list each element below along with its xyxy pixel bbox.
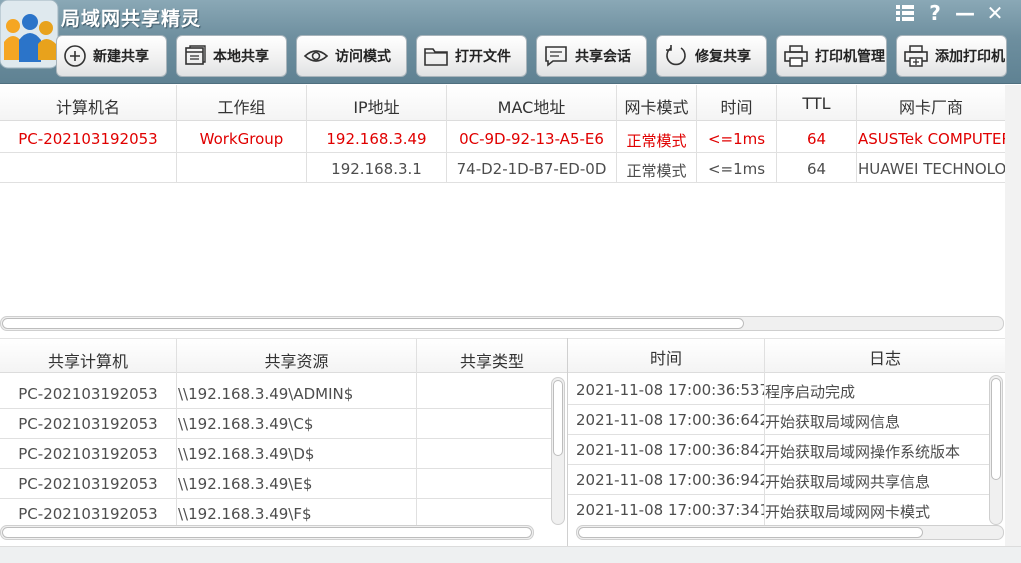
share-computer-cell: PC-202103192053 (18, 475, 158, 493)
share-computer-cell: PC-202103192053 (18, 385, 158, 403)
main-toolbar: 新建共享 本地共享 访问模式 打开文件 共享会话 修复共享 打印机管理 添加打印… (56, 35, 1007, 77)
ttl-cell: 64 (806, 130, 827, 148)
time-cell: <=1ms (707, 130, 766, 148)
column-header[interactable]: 网卡厂商 (857, 94, 1005, 118)
log-time-cell: 2021-11-08 17:00:36:642 (576, 411, 764, 429)
column-header[interactable]: 共享类型 (417, 348, 567, 372)
log-message-cell: 程序启动完成 (765, 383, 856, 401)
app-title: 局域网共享精灵 (61, 8, 202, 30)
column-header[interactable]: 共享资源 (177, 348, 416, 372)
printer-manage-button[interactable]: 打印机管理 (776, 35, 887, 77)
scrollbar-thumb[interactable] (991, 378, 1001, 480)
ip-cell: 192.168.3.49 (326, 130, 427, 148)
access-mode-button[interactable]: 访问模式 (296, 35, 407, 77)
mac-cell: 0C-9D-92-13-A5-E6 (459, 130, 604, 148)
vertical-scrollbar[interactable] (989, 375, 1003, 525)
new-share-button[interactable]: 新建共享 (56, 35, 167, 77)
scrollbar-thumb[interactable] (2, 527, 532, 538)
column-header[interactable]: 计算机名 (0, 94, 176, 118)
column-header[interactable]: 工作组 (177, 94, 306, 118)
ttl-cell: 64 (806, 160, 827, 178)
close-button[interactable]: ✕ (983, 1, 1007, 25)
printer-manage-label: 打印机管理 (815, 49, 885, 65)
repair-share-label: 修复共享 (695, 49, 751, 65)
menu-icon[interactable] (893, 2, 917, 24)
log-message-cell: 开始获取局域网共享信息 (765, 473, 931, 491)
share-resource-cell: \\192.168.3.49\D$ (178, 445, 315, 463)
window-controls: ? — ✕ (893, 1, 1007, 25)
title-toolbar-area: 局域网共享精灵 ? — ✕ 新建共享 本地共享 访问模式 打开文件 共享会话 修… (0, 0, 1021, 84)
repair-share-button[interactable]: 修复共享 (656, 35, 767, 77)
access-mode-label: 访问模式 (335, 49, 391, 65)
minimize-button[interactable]: — (953, 1, 977, 25)
scrollbar-thumb[interactable] (578, 527, 923, 538)
share-session-label: 共享会话 (575, 49, 631, 65)
log-table: 时间 日志 2021-11-08 17:00:36:537 程序启动完成 202… (568, 338, 1005, 546)
status-bar (0, 546, 1021, 563)
window-edge (1005, 85, 1021, 563)
folder-icon (424, 48, 448, 66)
table-header: 计算机名 工作组 IP地址 MAC地址 网卡模式 时间 TTL 网卡厂商 (0, 85, 1005, 121)
share-resource-cell: \\192.168.3.49\C$ (178, 415, 314, 433)
vendor-cell: ASUSTek COMPUTER INC. (858, 130, 1005, 148)
horizontal-scrollbar[interactable] (0, 316, 1004, 331)
open-file-button[interactable]: 打开文件 (416, 35, 527, 77)
add-printer-label: 添加打印机 (935, 49, 1005, 65)
local-share-label: 本地共享 (213, 49, 269, 65)
local-share-button[interactable]: 本地共享 (176, 35, 287, 77)
plus-circle-icon (64, 45, 86, 67)
share-computer-cell: PC-202103192053 (18, 445, 158, 463)
share-computer-cell: PC-202103192053 (18, 415, 158, 433)
new-share-label: 新建共享 (93, 49, 149, 65)
share-resource-cell: \\192.168.3.49\F$ (178, 505, 312, 523)
share-resource-cell: \\192.168.3.49\E$ (178, 475, 313, 493)
column-header[interactable]: MAC地址 (447, 94, 616, 118)
column-header[interactable]: 时间 (697, 94, 776, 118)
column-header[interactable]: TTL (777, 94, 856, 113)
log-message-cell: 开始获取局域网操作系统版本 (765, 443, 961, 461)
column-header[interactable]: IP地址 (307, 94, 446, 118)
log-time-cell: 2021-11-08 17:00:36:942 (576, 471, 764, 489)
shares-table: 共享计算机 共享资源 共享类型 PC-202103192053 \\192.16… (0, 338, 567, 546)
workgroup-cell: WorkGroup (199, 130, 284, 148)
refresh-icon (666, 45, 686, 66)
log-time-cell: 2021-11-08 17:00:36:537 (576, 381, 764, 399)
table-header: 时间 日志 (568, 339, 1005, 373)
chat-icon (545, 46, 567, 67)
share-session-button[interactable]: 共享会话 (536, 35, 647, 77)
column-header[interactable]: 共享计算机 (0, 348, 176, 372)
printer-icon (784, 45, 808, 67)
eye-icon (303, 50, 329, 62)
time-cell: <=1ms (707, 160, 766, 178)
scrollbar-thumb[interactable] (2, 318, 744, 329)
mac-cell: 74-D2-1D-B7-ED-0D (456, 160, 607, 178)
share-resource-cell: \\192.168.3.49\ADMIN$ (178, 385, 354, 403)
table-header: 共享计算机 共享资源 共享类型 (0, 339, 567, 373)
add-printer-icon (904, 45, 928, 67)
vendor-cell: HUAWEI TECHNOLOGIES CO.,LTD (858, 160, 1005, 178)
horizontal-scrollbar[interactable] (576, 525, 1004, 540)
column-header[interactable]: 日志 (765, 345, 1005, 369)
horizontal-scrollbar[interactable] (0, 525, 534, 540)
help-button[interactable]: ? (923, 1, 947, 25)
open-file-label: 打开文件 (455, 49, 511, 65)
window-icon (185, 45, 206, 65)
column-header[interactable]: 时间 (568, 345, 764, 369)
column-header[interactable]: 网卡模式 (617, 94, 696, 118)
add-printer-button[interactable]: 添加打印机 (896, 35, 1007, 77)
vertical-scrollbar[interactable] (551, 377, 565, 525)
log-message-cell: 开始获取局域网网卡模式 (765, 503, 931, 521)
ip-cell: 192.168.3.1 (331, 160, 422, 178)
app-logo-icon (0, 0, 59, 69)
share-computer-cell: PC-202103192053 (18, 505, 158, 523)
nic-mode-cell: 正常模式 (626, 162, 687, 180)
computer-list-table: 计算机名 工作组 IP地址 MAC地址 网卡模式 时间 TTL 网卡厂商 PC-… (0, 85, 1005, 335)
nic-mode-cell: 正常模式 (626, 132, 687, 150)
log-message-cell: 开始获取局域网信息 (765, 413, 901, 431)
log-time-cell: 2021-11-08 17:00:36:842 (576, 441, 764, 459)
log-time-cell: 2021-11-08 17:00:37:341 (576, 501, 764, 519)
computer-name-cell: PC-202103192053 (18, 130, 158, 148)
scrollbar-thumb[interactable] (553, 380, 563, 456)
